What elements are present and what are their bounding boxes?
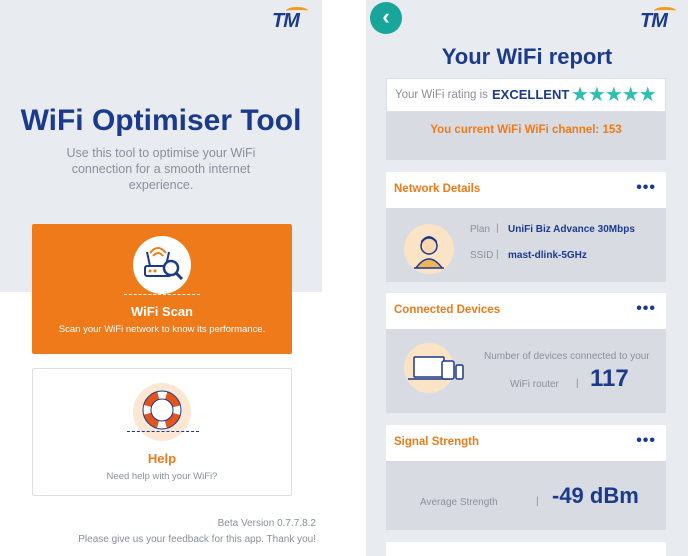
separator: | [496, 249, 499, 260]
wifi-scan-description: Scan your WiFi network to know its perfo… [58, 324, 266, 335]
ssid-value: mast-dlink-5GHz [508, 250, 587, 261]
more-options-icon[interactable]: ••• [636, 433, 656, 449]
logo-swoosh [286, 7, 308, 15]
plan-value: UniFi Biz Advance 30Mbps [508, 224, 635, 235]
card-header: Network Details ••• [386, 172, 666, 208]
rating-label: Your WiFi rating is [395, 89, 488, 101]
more-options-icon[interactable]: ••• [636, 180, 656, 196]
wifi-scan-button[interactable]: WiFi Scan Scan your WiFi network to know… [32, 224, 292, 354]
ssid-label: SSID [470, 250, 494, 261]
divider [127, 431, 199, 432]
rating-value: EXCELLENT [492, 87, 570, 102]
chevron-left-icon: ‹ [382, 4, 390, 29]
feedback-link[interactable]: Please give us your feedback for this ap… [78, 534, 316, 545]
average-strength-label: Average Strength [420, 497, 498, 508]
back-button[interactable]: ‹ [370, 2, 402, 34]
wifi-scan-title: WiFi Scan [130, 304, 193, 319]
devices-icon [404, 343, 464, 393]
device-count: 117 [590, 365, 629, 392]
page-title: WiFi Optimiser Tool [20, 104, 302, 137]
lifebuoy-icon [133, 383, 191, 441]
wifi-rating-card: Your WiFi rating is EXCELLENT ★★★★★ You … [386, 78, 666, 160]
plan-label: Plan [470, 224, 491, 235]
card-header: Connected Devices ••• [386, 293, 666, 329]
user-avatar-icon [404, 224, 454, 274]
logo-swoosh [654, 7, 676, 15]
rating-row: Your WiFi rating is EXCELLENT ★★★★★ [386, 78, 666, 112]
router-search-icon [133, 236, 191, 294]
connected-devices-card: Connected Devices ••• Number of devices … [386, 293, 666, 413]
help-description: Need help with your WiFi? [106, 471, 218, 482]
version-text: Beta Version 0.7.7.8.2 [217, 518, 316, 529]
signal-strength-card: Signal Strength ••• Average Strength | -… [386, 425, 666, 530]
tm-logo: TM [640, 7, 676, 33]
network-details-heading: Network Details [394, 183, 481, 195]
help-title: Help [147, 451, 177, 466]
page-title: Your WiFi report [441, 44, 613, 69]
divider [124, 294, 200, 295]
wifi-channel-text: You current WiFi WiFi channel: 153 [430, 124, 622, 136]
signal-strength-value: -49 dBm [552, 483, 639, 508]
more-options-icon[interactable]: ••• [636, 301, 656, 317]
router-label: WiFi router [510, 379, 559, 390]
connected-devices-heading: Connected Devices [394, 304, 501, 316]
signal-strength-heading: Signal Strength [394, 436, 479, 448]
card-header: Signal Strength ••• [386, 425, 666, 461]
right-screen: ‹ TM Your WiFi report Your WiFi rating i… [366, 0, 688, 556]
page-subtitle: Use this tool to optimise your WiFi conn… [66, 146, 256, 192]
devices-label: Number of devices connected to your [484, 351, 650, 362]
star-rating-icon: ★★★★★ [571, 84, 657, 106]
next-card [386, 542, 666, 556]
tm-logo: TM [272, 7, 308, 33]
separator: | [536, 496, 539, 507]
separator: | [496, 223, 499, 234]
help-button[interactable]: Help Need help with your WiFi? [32, 368, 292, 496]
network-details-card: Network Details ••• Plan | UniFi Biz Adv… [386, 172, 666, 282]
left-screen: TM WiFi Optimiser Tool Use this tool to … [0, 0, 322, 556]
separator: | [576, 378, 579, 389]
